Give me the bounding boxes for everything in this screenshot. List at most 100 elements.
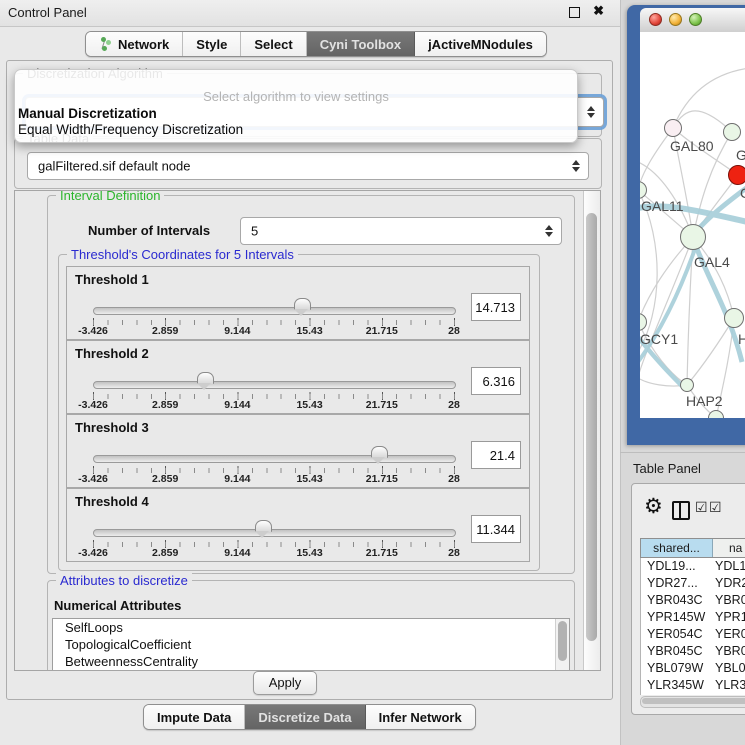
tab-style[interactable]: Style: [183, 32, 241, 56]
desktop: Control Panel ✖ NetworkStyleSelectCyni T…: [0, 0, 745, 745]
threshold-value-field[interactable]: 11.344: [471, 515, 521, 543]
cell-shared-name[interactable]: YBR043C: [641, 592, 713, 609]
cell-shared-name[interactable]: YER054C: [641, 626, 713, 643]
threshold-value-field[interactable]: 6.316: [471, 367, 521, 395]
table-row[interactable]: YDR27...YDR2: [641, 575, 745, 592]
threshold-row: Threshold 2-3.4262.8599.14415.4321.71528…: [66, 340, 530, 414]
slider-knob[interactable]: [255, 520, 272, 532]
network-node[interactable]: [680, 378, 694, 392]
attribute-list-item[interactable]: SelfLoops: [53, 619, 569, 636]
tick-label: 21.715: [366, 399, 398, 411]
horizontal-scrollbar-thumb[interactable]: [642, 698, 745, 704]
thresholds-group: Threshold's Coordinates for 5 Intervals …: [58, 254, 540, 571]
tab-infer-network[interactable]: Infer Network: [366, 705, 475, 729]
tab-impute-data[interactable]: Impute Data: [144, 705, 245, 729]
horizontal-scrollbar[interactable]: [640, 696, 745, 708]
column-header-name[interactable]: na: [713, 539, 745, 557]
number-of-intervals-combo[interactable]: 5: [240, 217, 562, 245]
table-data-combo[interactable]: galFiltered.sif default node: [27, 152, 589, 180]
cell-name[interactable]: YBR0: [713, 592, 745, 609]
table-row[interactable]: YLR345WYLR3: [641, 677, 745, 694]
cell-name[interactable]: YIL0: [713, 694, 745, 695]
checkbox-select-icon[interactable]: ☑: [695, 499, 708, 516]
apply-button[interactable]: Apply: [253, 671, 317, 695]
checkbox-select-all-icon[interactable]: ☑: [709, 499, 722, 516]
attribute-list-item[interactable]: BetweennessCentrality: [53, 653, 569, 670]
cell-shared-name[interactable]: YDR27...: [641, 575, 713, 592]
cell-shared-name[interactable]: YLR345W: [641, 677, 713, 694]
slider-knob[interactable]: [371, 446, 388, 458]
cell-name[interactable]: YER0: [713, 626, 745, 643]
slider-track[interactable]: [93, 307, 456, 315]
table-data-combo-value: galFiltered.sif default node: [38, 159, 190, 174]
vertical-scrollbar[interactable]: [583, 191, 600, 670]
table-row[interactable]: YBL079WYBL0: [641, 660, 745, 677]
tab-discretize-data[interactable]: Discretize Data: [245, 705, 365, 729]
columns-icon[interactable]: [672, 501, 690, 520]
threshold-value-field[interactable]: 21.4: [471, 441, 521, 469]
cell-name[interactable]: YPR1: [713, 609, 745, 626]
minimize-traffic-light-icon[interactable]: [669, 13, 682, 26]
node-label: GAL4: [694, 254, 730, 270]
dropdown-item-equal-width-frequency[interactable]: Equal Width/Frequency Discretization: [18, 122, 568, 137]
slider-track[interactable]: [93, 381, 456, 389]
vertical-scrollbar-thumb[interactable]: [586, 213, 597, 641]
node-label: GCY1: [640, 331, 678, 347]
tick-label: 21.715: [366, 547, 398, 559]
close-icon[interactable]: ✖: [593, 3, 604, 19]
numerical-attributes-list[interactable]: SelfLoopsTopologicalCoefficientBetweenne…: [52, 618, 570, 671]
cell-name[interactable]: YDR2: [713, 575, 745, 592]
tab-network[interactable]: Network: [86, 32, 183, 56]
column-header-shared-name[interactable]: shared...: [641, 539, 713, 557]
tick-label: 28: [448, 399, 460, 411]
cell-shared-name[interactable]: YBR045C: [641, 643, 713, 660]
network-node[interactable]: [680, 224, 706, 250]
cell-name[interactable]: YBL0: [713, 660, 745, 677]
threshold-value-field[interactable]: 14.713: [471, 293, 521, 321]
network-node[interactable]: [664, 119, 682, 137]
tab-jactivemnodules[interactable]: jActiveMNodules: [415, 32, 546, 56]
slider-minor-ticks: [93, 468, 455, 473]
tab-label: Select: [254, 37, 292, 52]
tab-label: Style: [196, 37, 227, 52]
table-row[interactable]: YBR045CYBR0: [641, 643, 745, 660]
cell-name[interactable]: YDL1: [713, 558, 745, 575]
network-canvas[interactable]: GAL80GACGAL11GAL4GCY1HHAP2: [640, 32, 745, 418]
cell-shared-name[interactable]: YPR145W: [641, 609, 713, 626]
tab-label: Cyni Toolbox: [320, 37, 401, 52]
network-node[interactable]: [723, 123, 741, 141]
slider-track[interactable]: [93, 529, 456, 537]
table-row[interactable]: YBR043CYBR0: [641, 592, 745, 609]
tab-cyni-toolbox[interactable]: Cyni Toolbox: [307, 32, 415, 56]
table-row[interactable]: YIL052CYIL0: [641, 694, 745, 695]
tab-select[interactable]: Select: [241, 32, 306, 56]
node-label: GAL11: [641, 198, 684, 214]
attribute-list-item[interactable]: TopologicalCoefficient: [53, 636, 569, 653]
close-traffic-light-icon[interactable]: [649, 13, 662, 26]
slider-track[interactable]: [93, 455, 456, 463]
settings-scroll-area: Interval Definition Number of Intervals …: [14, 190, 601, 671]
node-label: GA: [736, 147, 745, 163]
table-panel: ⚙ ☑ ☑ shared... na YDL19...YDL1YDR27...Y…: [631, 483, 745, 715]
table-row[interactable]: YER054CYER0: [641, 626, 745, 643]
table-panel-title: Table Panel: [633, 461, 701, 476]
cell-shared-name[interactable]: YBL079W: [641, 660, 713, 677]
cell-name[interactable]: YLR3: [713, 677, 745, 694]
float-window-icon[interactable]: [569, 7, 580, 18]
dropdown-item-manual-discretization[interactable]: Manual Discretization: [18, 106, 568, 121]
tick-label: -3.426: [78, 547, 108, 559]
zoom-traffic-light-icon[interactable]: [689, 13, 702, 26]
cell-shared-name[interactable]: YDL19...: [641, 558, 713, 575]
gear-icon[interactable]: ⚙: [644, 496, 663, 517]
node-label: GAL80: [670, 138, 714, 154]
table-row[interactable]: YDL19...YDL1: [641, 558, 745, 575]
slider-knob[interactable]: [197, 372, 214, 384]
node-label: H: [738, 331, 745, 347]
network-node[interactable]: [728, 165, 745, 185]
slider-knob[interactable]: [294, 298, 311, 310]
table-row[interactable]: YPR145WYPR1: [641, 609, 745, 626]
cell-shared-name[interactable]: YIL052C: [641, 694, 713, 695]
cell-name[interactable]: YBR0: [713, 643, 745, 660]
cyni-toolbox-panel: Discretization Algorithm Select algorith…: [6, 60, 613, 700]
network-node[interactable]: [724, 308, 744, 328]
